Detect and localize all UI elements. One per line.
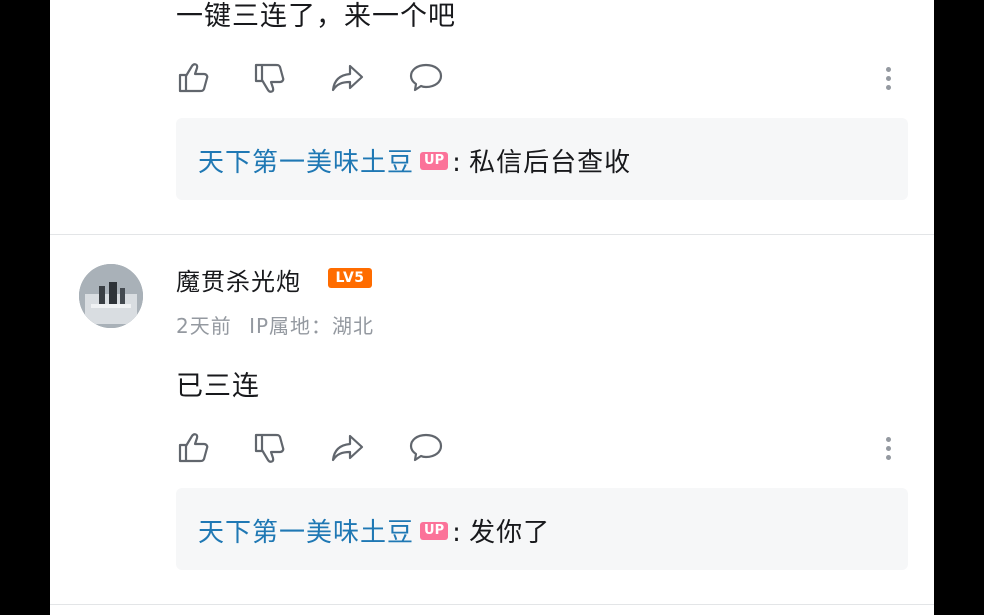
ip-location: IP属地：湖北	[249, 314, 375, 338]
avatar[interactable]	[79, 264, 143, 328]
reply-preview[interactable]: 天下第一美味土豆 UP: 发你了	[176, 488, 908, 570]
thumb-down-icon[interactable]	[252, 430, 288, 466]
reply-content: 私信后台查收	[469, 148, 632, 178]
comment-text: 一键三连了，来一个吧	[176, 1, 456, 32]
reply-content: 发你了	[469, 518, 551, 548]
up-badge: UP	[420, 151, 449, 170]
comment-time: 2天前	[176, 314, 232, 338]
comment-divider	[50, 604, 934, 605]
more-vertical-icon[interactable]	[883, 63, 893, 99]
up-badge: UP	[420, 521, 449, 540]
reply-author[interactable]: 天下第一美味土豆	[198, 518, 414, 548]
thumb-up-icon[interactable]	[176, 60, 212, 96]
more-vertical-icon[interactable]	[883, 433, 893, 469]
share-icon[interactable]	[330, 60, 366, 96]
thumb-up-icon[interactable]	[176, 430, 212, 466]
username[interactable]: 魔贯杀光炮	[176, 262, 301, 297]
reply-separator: :	[452, 148, 461, 178]
thumb-down-icon[interactable]	[252, 60, 288, 96]
reply-bubble-icon[interactable]	[408, 430, 444, 466]
reply-bubble-icon[interactable]	[408, 60, 444, 96]
comment-text: 已三连	[176, 371, 260, 402]
level-badge: LV5	[328, 268, 372, 288]
comment-meta: 2天前 IP属地：湖北	[176, 310, 374, 339]
reply-preview[interactable]: 天下第一美味土豆 UP: 私信后台查收	[176, 118, 908, 200]
share-icon[interactable]	[330, 430, 366, 466]
comment-divider	[50, 234, 934, 235]
reply-separator: :	[452, 518, 461, 548]
reply-author[interactable]: 天下第一美味土豆	[198, 148, 414, 178]
comment-feed: 一键三连了，来一个吧 天下第一美味土豆 UP: 私信后台查收 魔贯杀光炮 LV5…	[50, 0, 934, 615]
